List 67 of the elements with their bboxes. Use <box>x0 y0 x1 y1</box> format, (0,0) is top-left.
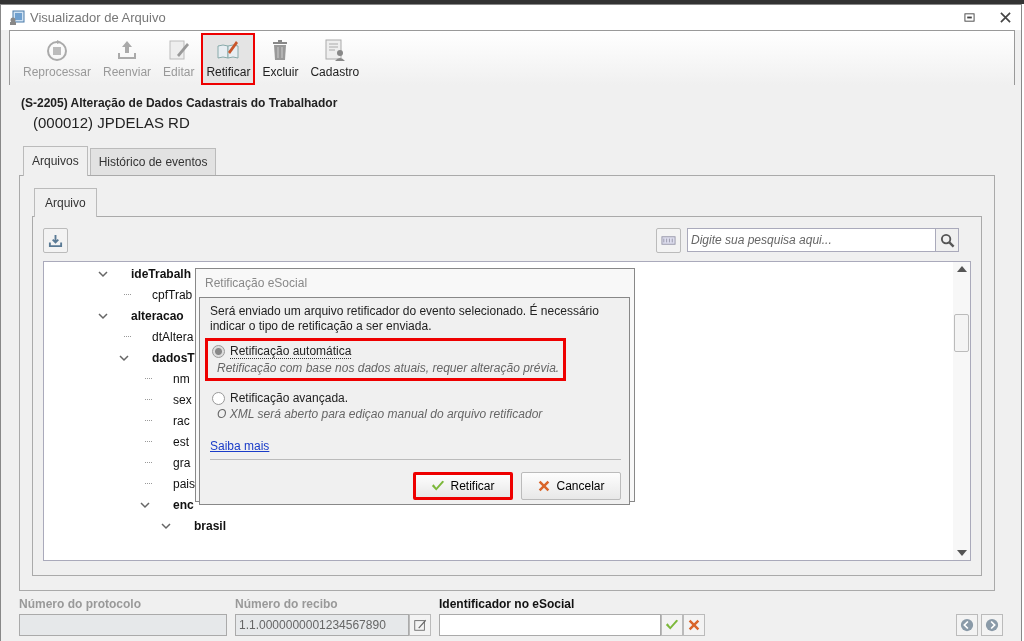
scroll-down-icon[interactable] <box>956 550 967 556</box>
tree-node[interactable]: ideTrabalh <box>131 266 192 281</box>
tab[interactable]: Histórico de eventos <box>89 148 217 175</box>
tree-node[interactable]: gra <box>173 455 191 470</box>
scroll-up-icon[interactable] <box>956 266 967 272</box>
radio-button[interactable] <box>212 391 225 405</box>
tree-node[interactable]: rac <box>173 413 190 428</box>
field-label: Identificador no eSocial <box>439 597 576 611</box>
previous-button[interactable] <box>956 614 978 636</box>
radio-button[interactable] <box>212 345 225 358</box>
app-icon <box>9 9 25 26</box>
tab[interactable]: Arquivos <box>23 146 88 176</box>
tree-node[interactable]: brasil <box>194 518 226 533</box>
expand-toggle[interactable] <box>96 268 110 279</box>
expand-toggle[interactable] <box>96 310 110 321</box>
tree-node[interactable]: enc <box>173 497 194 512</box>
edit-button[interactable] <box>409 614 431 636</box>
toolbar-button[interactable]: Retificar <box>201 33 256 85</box>
refresh-calculator-icon <box>45 38 69 62</box>
tree-node[interactable]: dadosT <box>152 350 195 365</box>
tree-node[interactable]: cpfTrab <box>152 287 193 302</box>
text-field[interactable] <box>439 614 661 636</box>
confirm-button[interactable] <box>661 614 683 636</box>
restore-icon[interactable] <box>964 12 975 23</box>
close-icon[interactable] <box>1000 12 1011 23</box>
edit-icon <box>166 38 191 62</box>
tree-node[interactable]: est <box>173 434 189 449</box>
option-description: O XML será aberto para ediçao manual do arquivo retificador <box>216 406 543 421</box>
scroll-thumb[interactable] <box>954 314 969 352</box>
dialog-message: Será enviado um arquivo retificador do evento selecionado. É necessário indicar o tipo de retificação a ser enviada. <box>210 304 600 334</box>
toolbar-button[interactable]: Excluir <box>257 33 304 85</box>
window-title: Visualizador de Arquivo <box>30 10 166 25</box>
tree-node[interactable]: sex <box>173 392 192 407</box>
tab[interactable]: Arquivo <box>34 188 97 217</box>
search-field[interactable]: Digite sua pesquisa aqui... <box>687 228 935 252</box>
dialog-title: Retificação eSocial <box>204 275 309 292</box>
clear-button[interactable] <box>683 614 705 636</box>
edit-icon <box>413 618 427 632</box>
dialog-button[interactable]: Retificar <box>413 472 513 500</box>
field-label: Número do recibo <box>235 597 339 611</box>
tree-node[interactable]: dtAltera <box>152 329 194 344</box>
check-icon <box>431 479 446 493</box>
search-icon <box>939 232 955 248</box>
next-button[interactable] <box>981 614 1003 636</box>
tree-node[interactable]: pais <box>173 476 195 491</box>
toolbar-button[interactable]: Cadastro <box>305 33 365 85</box>
option-label[interactable]: Retificação automática <box>230 344 352 359</box>
x-icon <box>537 479 552 493</box>
download-button[interactable] <box>43 227 68 253</box>
tree-node[interactable]: alteracao <box>131 308 184 323</box>
download-icon <box>48 232 63 248</box>
event-title: (S-2205) Alteração de Dados Cadastrais do Trabalhador <box>21 96 339 110</box>
check-icon <box>665 618 679 632</box>
expand-toggle[interactable] <box>159 520 173 531</box>
field-label: Número do protocolo <box>19 597 142 611</box>
search-button[interactable] <box>935 228 959 252</box>
dialog-button[interactable]: Cancelar <box>521 472 621 500</box>
option-label[interactable]: Retificação avançada. <box>230 391 349 405</box>
expand-toggle[interactable] <box>117 352 131 363</box>
expand-toggle[interactable] <box>138 499 152 510</box>
learn-more-link[interactable]: Saiba mais <box>210 439 270 453</box>
x-icon <box>687 618 701 632</box>
tree-node[interactable]: nm <box>173 371 190 386</box>
book-pencil-icon <box>216 38 241 62</box>
option-description: Retificação com base nos dados atuais, requer alteração prévia. <box>216 360 560 375</box>
document-person-icon <box>322 38 347 62</box>
employee-name: (000012) JPDELAS RD <box>32 113 191 131</box>
